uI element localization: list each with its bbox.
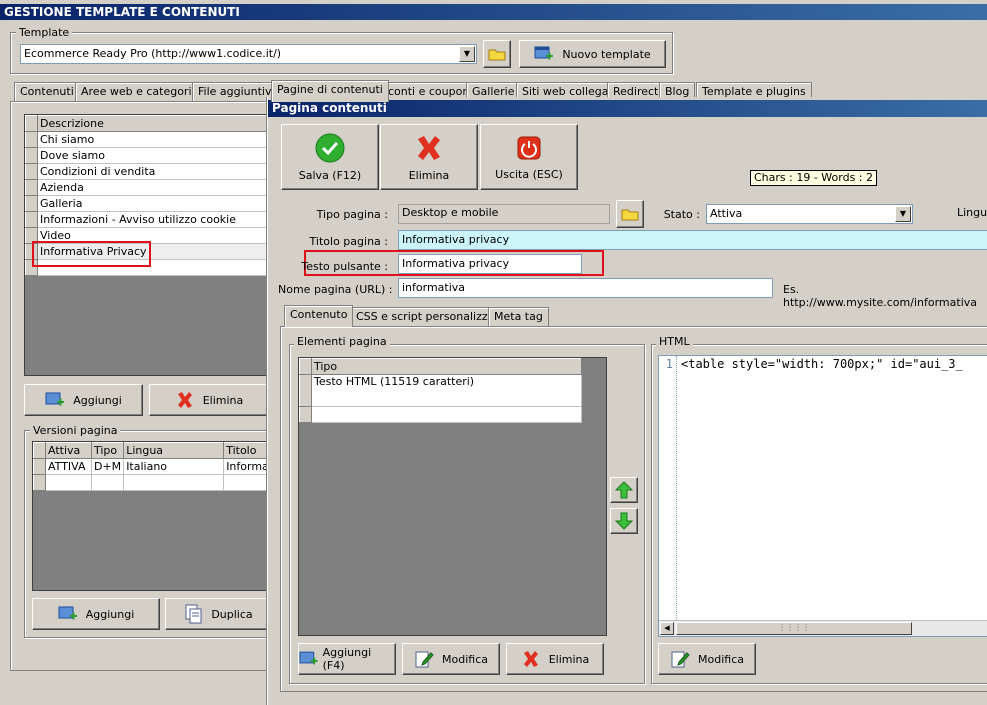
duplicate-icon [185, 604, 202, 624]
template-select[interactable]: Ecommerce Ready Pro (http://www1.codice.… [20, 44, 477, 64]
delete-page-button[interactable]: Elimina [149, 384, 269, 416]
button-text-label: Testo pulsante : [301, 260, 388, 273]
delete-element-button[interactable]: Elimina [506, 643, 604, 675]
page-contents-dialog: Pagina contenuti Salva (F12) Elimina Usc… [267, 97, 987, 705]
template-select-value: Ecommerce Ready Pro (http://www1.codice.… [24, 47, 282, 60]
add-icon [58, 606, 77, 620]
elements-grid[interactable]: Tipo Testo HTML (11519 caratteri) [298, 357, 607, 636]
table-row[interactable]: Testo HTML (11519 caratteri) [299, 374, 582, 407]
table-row[interactable]: Informazioni - Avviso utilizzo cookie [25, 211, 273, 228]
template-group-label: Template [16, 26, 73, 39]
state-label: Stato : [663, 208, 700, 221]
tab-css-script[interactable]: CSS e script personalizzati [350, 307, 508, 327]
add-element-button[interactable]: Aggiungi (F4) [298, 643, 396, 675]
tab-meta-tag[interactable]: Meta tag [488, 307, 549, 327]
arrow-down-icon [614, 512, 634, 530]
button-text-input[interactable]: Informativa privacy [398, 254, 582, 274]
page-type-select-button[interactable] [616, 200, 644, 228]
html-label: HTML [656, 335, 693, 348]
tab-aree-web[interactable]: Aree web e categorie [75, 82, 205, 102]
arrow-up-icon [614, 481, 634, 499]
horizontal-scrollbar[interactable]: ◀ ⋮⋮⋮⋮ [659, 620, 987, 636]
url-input[interactable]: informativa [398, 278, 773, 298]
state-select[interactable]: Attiva ▼ [706, 204, 913, 224]
html-code-line: <table style="width: 700px;" id="aui_3_ [681, 357, 963, 371]
add-page-button[interactable]: Aggiungi [24, 384, 143, 416]
title-label: Titolo pagina : [309, 235, 388, 248]
exit-button[interactable]: Uscita (ESC) [480, 124, 578, 190]
modify-element-button[interactable]: Modifica [402, 643, 500, 675]
main-window-title: GESTIONE TEMPLATE E CONTENUTI [0, 4, 987, 20]
add-window-icon [534, 46, 554, 60]
table-row[interactable]: Dove siamo [25, 147, 273, 164]
url-example: Es. http://www.mysite.com/informativa [783, 283, 977, 309]
chars-words-tooltip: Chars : 19 - Words : 2 [750, 170, 878, 186]
table-row[interactable]: Galleria [25, 195, 273, 212]
delete-x-icon [523, 651, 538, 667]
edit-pencil-icon [671, 651, 690, 668]
open-template-button[interactable] [483, 40, 511, 68]
table-row[interactable]: Condizioni di vendita [25, 163, 273, 180]
highlight-selected-page [32, 241, 151, 267]
table-row[interactable]: Chi siamo [25, 131, 273, 148]
duplicate-version-button[interactable]: Duplica [165, 598, 273, 630]
table-row-new[interactable] [299, 406, 582, 423]
save-button[interactable]: Salva (F12) [281, 124, 379, 190]
add-version-button[interactable]: Aggiungi [32, 598, 160, 630]
add-icon [299, 651, 318, 665]
versions-grid[interactable]: Attiva Tipo Lingua Titolo ATTIVA D+M Italiano… [32, 441, 272, 591]
line-numbers: 1 [659, 356, 677, 620]
language-label: Lingua [957, 206, 987, 219]
folder-icon [621, 209, 639, 221]
dialog-title: Pagina contenuti [268, 100, 987, 117]
title-input[interactable]: Informativa privacy [398, 230, 987, 250]
table-row[interactable]: Azienda [25, 179, 273, 196]
page-type-label: Tipo pagina : [316, 208, 388, 221]
folder-icon [488, 49, 506, 61]
delete-x-icon [177, 392, 192, 408]
url-label: Nome pagina (URL) : [278, 283, 393, 296]
versions-label: Versioni pagina [30, 424, 121, 437]
check-icon [315, 133, 345, 162]
scroll-left-icon[interactable]: ◀ [660, 622, 674, 635]
pages-grid-header[interactable]: Descrizione [37, 115, 273, 132]
tab-contenuto[interactable]: Contenuto [284, 305, 354, 327]
chevron-down-icon[interactable]: ▼ [459, 46, 475, 62]
html-code-editor[interactable]: 1 <table style="width: 700px;" id="aui_3… [658, 355, 987, 637]
new-template-button[interactable]: Nuovo template [519, 40, 666, 68]
add-icon [45, 392, 65, 406]
tab-pagine-contenuti[interactable]: Pagine di contenuti [271, 80, 389, 102]
elements-label: Elementi pagina [294, 335, 390, 348]
dialog-tabstrip: Contenuto CSS e script personalizzati Me… [284, 305, 584, 327]
power-icon [517, 136, 541, 159]
table-row-new[interactable] [33, 474, 271, 491]
edit-pencil-icon [415, 651, 434, 668]
tab-contenuti[interactable]: Contenuti [14, 82, 80, 102]
table-row[interactable]: ATTIVA D+M Italiano Informa [33, 458, 271, 475]
move-down-button[interactable] [610, 508, 638, 534]
scroll-thumb[interactable]: ⋮⋮⋮⋮ [676, 622, 912, 635]
page-type-field: Desktop e mobile [398, 204, 610, 224]
new-template-label: Nuovo template [562, 47, 651, 61]
move-up-button[interactable] [610, 477, 638, 503]
chevron-down-icon[interactable]: ▼ [895, 206, 911, 222]
modify-html-button[interactable]: Modifica [658, 643, 756, 675]
delete-x-icon [418, 135, 440, 160]
delete-button[interactable]: Elimina [380, 124, 478, 190]
